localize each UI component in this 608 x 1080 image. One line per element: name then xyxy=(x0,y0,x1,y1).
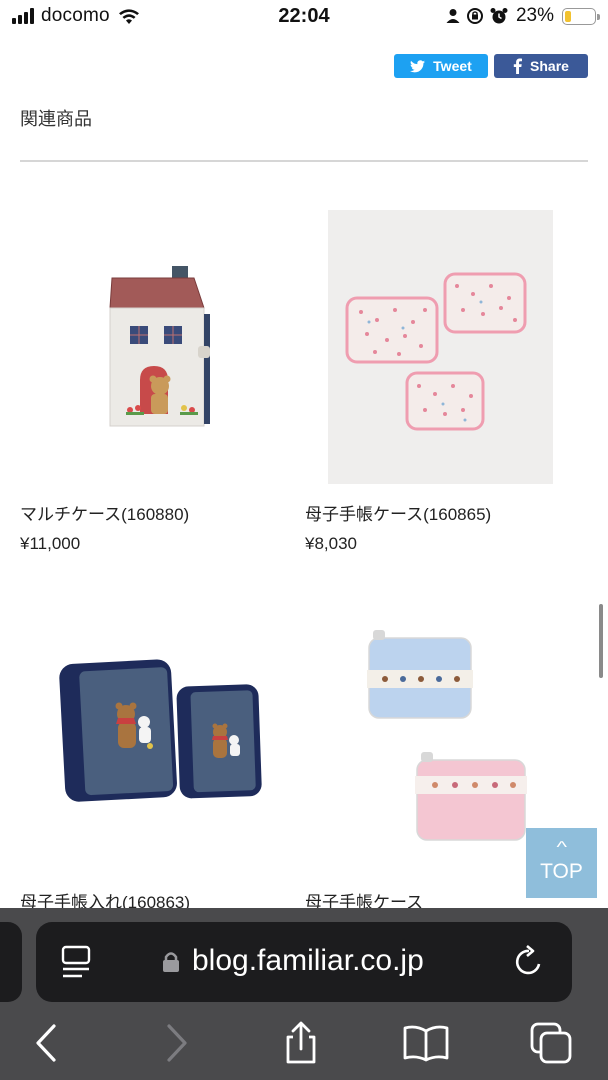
reload-icon[interactable] xyxy=(512,944,546,980)
tabs-button[interactable] xyxy=(526,1018,576,1068)
chevron-up-icon: ^ xyxy=(556,839,567,856)
chevron-left-icon xyxy=(36,1024,56,1062)
bookmarks-button[interactable] xyxy=(401,1018,451,1068)
scroll-indicator[interactable] xyxy=(599,604,603,678)
book-icon xyxy=(403,1025,449,1062)
chevron-right-icon xyxy=(167,1024,187,1062)
product-name[interactable]: マルチケース(160880) xyxy=(20,500,189,525)
tweet-label: Tweet xyxy=(433,58,472,74)
product-card[interactable]: マルチケース(160880) ¥11,000 xyxy=(20,210,280,553)
share-label: Share xyxy=(530,58,569,74)
lock-icon xyxy=(163,952,179,972)
battery-level-fill xyxy=(565,10,572,22)
orientation-lock-icon xyxy=(466,8,483,24)
back-to-top-button[interactable]: ^ TOP xyxy=(526,828,597,898)
forward-button[interactable] xyxy=(152,1018,202,1068)
related-products-heading: 関連商品 xyxy=(20,109,92,129)
share-sheet-button[interactable] xyxy=(276,1018,326,1068)
product-image-notebook-holder[interactable] xyxy=(20,598,280,872)
top-label: TOP xyxy=(540,860,583,883)
product-price: ¥11,000 xyxy=(20,534,81,553)
page-menu-icon[interactable] xyxy=(60,944,94,980)
address-bar[interactable]: blog.familiar.co.jp xyxy=(36,922,572,1002)
product-card[interactable]: 母子手帳入れ(160863) xyxy=(20,598,280,912)
facebook-icon xyxy=(513,58,523,74)
browser-toolbar xyxy=(0,1018,608,1080)
person-icon xyxy=(446,9,460,23)
social-share-row: Tweet Share xyxy=(394,54,588,78)
url-text[interactable]: blog.familiar.co.jp xyxy=(192,944,424,978)
battery-icon xyxy=(562,7,600,25)
previous-tab-preview[interactable] xyxy=(0,922,22,1002)
status-bar: docomo 22:04 23% xyxy=(0,0,608,36)
twitter-bird-icon xyxy=(410,59,426,72)
tweet-button[interactable]: Tweet xyxy=(394,54,488,78)
product-card[interactable]: 母子手帳ケース(160865) ¥8,030 xyxy=(305,210,565,553)
product-image-multi-case[interactable] xyxy=(20,210,280,484)
share-icon xyxy=(286,1021,316,1064)
facebook-share-button[interactable]: Share xyxy=(494,54,588,78)
browser-chrome: blog.familiar.co.jp xyxy=(0,908,608,1080)
section-divider xyxy=(20,160,588,162)
battery-percent: 23% xyxy=(515,5,554,26)
alarm-icon xyxy=(490,8,508,24)
product-price: ¥8,030 xyxy=(305,534,357,553)
product-name[interactable]: 母子手帳ケース(160865) xyxy=(305,500,491,525)
product-image-mother-child-notebook-case[interactable] xyxy=(305,210,565,484)
tabs-icon xyxy=(530,1022,572,1064)
back-button[interactable] xyxy=(21,1018,71,1068)
